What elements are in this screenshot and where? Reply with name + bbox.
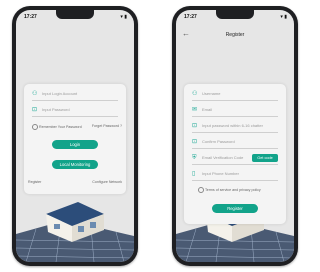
checkbox-icon (32, 124, 38, 130)
login-screen: 17:27 ▾ ▮ ⚇ Input Login Account ⊡ Input Pa… (16, 10, 134, 262)
password-input[interactable]: ⊡ Input password within 6-16 chatter (192, 120, 278, 133)
login-phone: 17:27 ▾ ▮ ⚇ Input Login Account ⊡ Input Pa… (12, 6, 138, 266)
lock-icon: ⊡ (192, 123, 198, 129)
register-link[interactable]: Register (28, 180, 41, 184)
checkbox-icon (198, 187, 204, 193)
register-button[interactable]: Register (212, 204, 258, 213)
phone-icon: ▯ (192, 171, 196, 177)
login-button[interactable]: Login (52, 140, 98, 149)
local-monitoring-button[interactable]: Local Monitoring (52, 160, 98, 169)
forgot-password-link[interactable]: Forget Password ? (92, 124, 122, 128)
notch (56, 10, 94, 19)
user-icon: ⚇ (192, 91, 198, 97)
terms-checkbox[interactable]: Terms of service and privacy policy (198, 187, 261, 193)
signal-battery-icon: ▾ ▮ (120, 14, 127, 20)
lock-icon: ⊡ (192, 139, 198, 145)
signal-battery-icon: ▾ ▮ (280, 14, 287, 20)
password-input[interactable]: ⊡ Input Password (32, 104, 118, 117)
account-input[interactable]: ⚇ Input Login Account (32, 88, 118, 101)
username-input[interactable]: ⚇ Username (192, 88, 278, 101)
configure-network-link[interactable]: Configure Network (92, 180, 122, 184)
shield-icon: ⛨ (192, 155, 197, 161)
lock-icon: ⊡ (32, 107, 38, 113)
get-code-button[interactable]: Get code (252, 154, 278, 162)
notch (216, 10, 254, 19)
page-title: Register (225, 32, 245, 38)
remember-checkbox[interactable]: Remember Your Password (32, 124, 82, 130)
status-bar: 17:27 ▾ ▮ (176, 10, 294, 24)
email-input[interactable]: ✉ Email (192, 104, 278, 117)
confirm-password-input[interactable]: ⊡ Confirm Password (192, 136, 278, 149)
status-time: 17:27 (24, 14, 37, 20)
register-card: ⚇ Username ✉ Email ⊡ Input password within … (184, 84, 286, 224)
register-screen: 17:27 ▾ ▮ ← Register ⚇Username ✉Email (176, 10, 294, 262)
user-icon: ⚇ (32, 91, 38, 97)
mail-icon: ✉ (192, 107, 198, 113)
status-bar: 17:27 ▾ ▮ (16, 10, 134, 24)
register-phone: 17:27 ▾ ▮ ← Register ⚇Username ✉Email (172, 6, 298, 266)
phone-input[interactable]: ▯ Input Phone Number (192, 168, 278, 181)
login-card: ⚇ Input Login Account ⊡ Input Password Rem… (24, 84, 126, 194)
status-time: 17:27 (184, 14, 197, 20)
